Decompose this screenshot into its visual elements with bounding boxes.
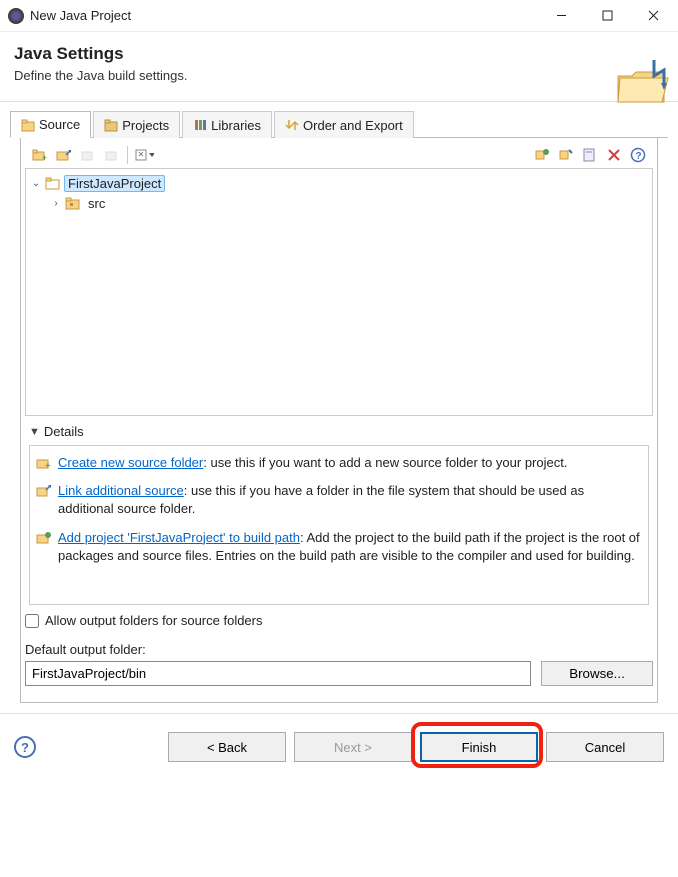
tab-order-export[interactable]: Order and Export [274,111,414,138]
details-toggle[interactable]: ▼ Details [29,424,649,439]
allow-output-checkbox[interactable] [25,614,39,628]
order-export-icon [285,118,299,132]
help-button[interactable]: ? [14,736,36,758]
source-folder-icon [21,118,35,132]
default-output-label: Default output folder: [25,642,653,657]
expand-arrow-icon[interactable]: › [50,198,62,209]
tree-src-label[interactable]: src [84,196,109,211]
detail-link-source: Link additional source: use this if you … [36,482,642,518]
page-subtitle: Define the Java build settings. [14,68,664,83]
source-panel: + ? ⌄ FirstJavaProject › src ▼ Detail [20,138,658,703]
tree-project-row[interactable]: ⌄ FirstJavaProject [30,173,648,193]
toolbar-icon-3[interactable] [579,144,601,166]
tab-order-export-label: Order and Export [303,118,403,133]
collapse-arrow-icon: ▼ [29,426,40,438]
wizard-header: Java Settings Define the Java build sett… [0,32,678,102]
window-title: New Java Project [30,8,538,23]
tab-libraries-label: Libraries [211,118,261,133]
details-section: ▼ Details + Create new source folder: us… [25,416,653,605]
tree-project-label[interactable]: FirstJavaProject [64,175,165,192]
tab-source[interactable]: Source [10,111,91,138]
tab-source-label: Source [39,117,80,132]
source-tree[interactable]: ⌄ FirstJavaProject › src [25,168,653,416]
edit-button[interactable] [77,144,99,166]
add-project-icon [36,530,52,546]
new-folder-icon: + [36,455,52,471]
project-folder-icon [45,176,61,190]
projects-icon [104,118,118,132]
add-folder-button[interactable]: + [29,144,51,166]
source-toolbar: + ? [25,142,653,168]
cancel-button[interactable]: Cancel [546,732,664,762]
finish-button[interactable]: Finish [420,732,538,762]
libraries-icon [193,118,207,132]
detail-create-source: + Create new source folder: use this if … [36,454,642,472]
link-folder-button[interactable] [53,144,75,166]
details-body[interactable]: + Create new source folder: use this if … [29,445,649,605]
detail-text: : use this if you want to add a new sour… [203,455,567,470]
minimize-button[interactable] [538,1,584,31]
browse-button[interactable]: Browse... [541,661,653,686]
build-path-tabs: Source Projects Libraries Order and Expo… [10,110,668,138]
default-output-input[interactable] [25,661,531,686]
link-source-icon [36,483,52,499]
tab-libraries[interactable]: Libraries [182,111,272,138]
details-heading: Details [44,424,84,439]
add-project-link[interactable]: Add project 'FirstJavaProject' to build … [58,530,300,545]
allow-output-label: Allow output folders for source folders [45,613,263,628]
svg-text:?: ? [636,151,642,162]
tree-src-row[interactable]: › src [30,193,648,213]
toolbar-icon-1[interactable] [531,144,553,166]
wizard-footer: ? < Back Next > Finish Cancel [0,713,678,776]
package-folder-icon [65,196,81,210]
banner-folder-icon [614,56,672,108]
remove-button[interactable] [101,144,123,166]
allow-output-row[interactable]: Allow output folders for source folders [25,613,653,628]
toolbar-icon-2[interactable] [555,144,577,166]
toolbar-delete-icon[interactable] [603,144,625,166]
create-source-link[interactable]: Create new source folder [58,455,203,470]
titlebar: New Java Project [0,0,678,32]
svg-text:+: + [42,153,47,163]
link-source-link[interactable]: Link additional source [58,483,184,498]
next-button: Next > [294,732,412,762]
close-button[interactable] [630,1,676,31]
eclipse-icon [8,8,24,24]
svg-text:+: + [45,461,51,471]
toggle-button[interactable] [133,144,155,166]
detail-add-project: Add project 'FirstJavaProject' to build … [36,529,642,565]
back-button[interactable]: < Back [168,732,286,762]
help-icon[interactable]: ? [627,144,649,166]
expand-arrow-icon[interactable]: ⌄ [30,178,42,189]
maximize-button[interactable] [584,1,630,31]
tab-projects[interactable]: Projects [93,111,180,138]
page-title: Java Settings [14,44,664,64]
tab-projects-label: Projects [122,118,169,133]
